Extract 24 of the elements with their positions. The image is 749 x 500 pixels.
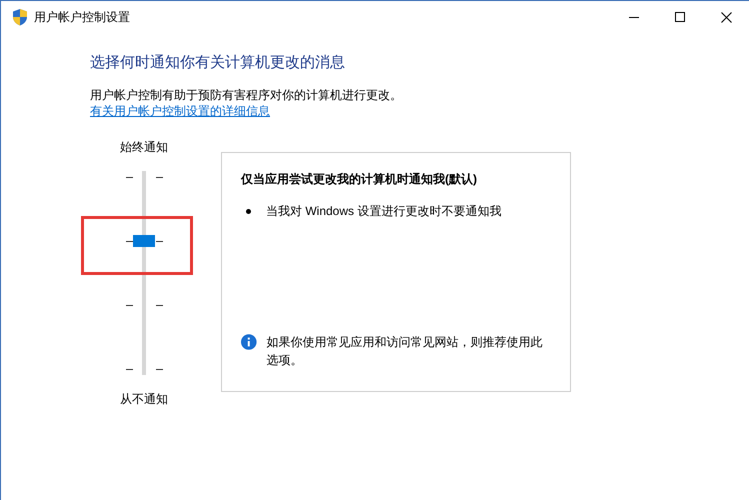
- window-title: 用户帐户控制设置: [34, 9, 130, 26]
- page-heading: 选择何时通知你有关计算机更改的消息: [90, 53, 346, 73]
- tick-mark: [126, 305, 133, 306]
- tick-mark: [156, 369, 163, 370]
- slider-thumb[interactable]: [133, 234, 155, 247]
- never-notify-label: 从不通知: [120, 391, 168, 407]
- bullet-icon: [246, 208, 251, 214]
- always-notify-label: 始终通知: [120, 139, 168, 155]
- minimize-icon: [629, 16, 639, 18]
- bullet-text: 当我对 Windows 设置进行更改时不要通知我: [266, 203, 502, 219]
- tick-mark: [126, 177, 133, 178]
- tick-mark: [156, 305, 163, 306]
- info-icon: [241, 334, 257, 350]
- info-text: 如果你使用常见应用和访问常见网站，则推荐使用此选项。: [266, 334, 544, 369]
- tick-mark: [156, 177, 163, 178]
- tick-mark: [126, 369, 133, 370]
- details-link[interactable]: 有关用户帐户控制设置的详细信息: [90, 103, 270, 119]
- tick-mark: [126, 241, 133, 242]
- description-text: 用户帐户控制有助于预防有害程序对你的计算机进行更改。: [90, 87, 403, 103]
- maximize-icon: [675, 12, 685, 22]
- close-icon: [720, 12, 732, 22]
- shield-icon: [12, 8, 28, 26]
- panel-title: 仅当应用尝试更改我的计算机时通知我(默认): [241, 171, 478, 187]
- tick-mark: [156, 241, 163, 242]
